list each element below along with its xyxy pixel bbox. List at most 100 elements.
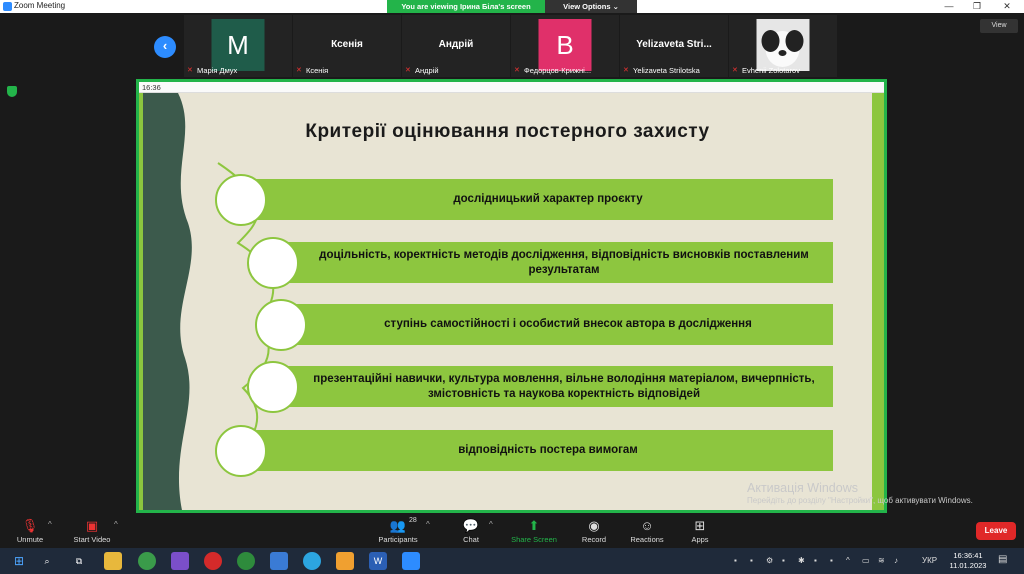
- opera-icon[interactable]: [204, 552, 222, 570]
- slide-wave-decoration: [143, 93, 192, 510]
- tray-settings-icon[interactable]: ⚙: [766, 556, 773, 565]
- minimize-icon[interactable]: —: [934, 0, 964, 13]
- chat-chevron-icon[interactable]: ^: [489, 520, 493, 529]
- apps-icon: ⊞: [694, 518, 706, 533]
- criterion-bullet: [255, 299, 307, 351]
- start-video-button[interactable]: ▣ Start Video: [62, 517, 122, 544]
- tray-chevron-icon[interactable]: ^: [846, 556, 850, 565]
- muted-mic-icon: ✕: [514, 67, 520, 74]
- telegram-icon[interactable]: [303, 552, 321, 570]
- tray-app2-icon[interactable]: ▪: [830, 556, 833, 565]
- avatar: M: [211, 19, 265, 71]
- meeting-controls: 🎙 Unmute ^ ▣ Start Video ^ 👥 28 Particip…: [0, 515, 1024, 548]
- participant-tile[interactable]: B ✕ Федорцов-Крижні...: [511, 15, 619, 77]
- video-off-icon: ▣: [85, 518, 99, 533]
- tray-battery-icon[interactable]: ▭: [862, 556, 870, 565]
- shared-screen-top-bar: 16:36: [139, 82, 884, 93]
- muted-mic-icon: ✕: [405, 67, 411, 74]
- participant-label: ✕ Федорцов-Крижні...: [514, 66, 592, 75]
- windows-taskbar: ⊞ ⌕ ⧉ W ▪ ▪ ⚙ ▪ ✱ ▪ ▪ ^ ▭ ≋ ♪ УКР 16:36:…: [0, 548, 1024, 574]
- record-icon: ◉: [588, 518, 600, 533]
- word-icon[interactable]: W: [369, 552, 387, 570]
- view-button[interactable]: View: [980, 19, 1018, 33]
- file-explorer-icon[interactable]: [104, 552, 122, 570]
- criterion-bar: презентаційні навички, культура мовлення…: [275, 366, 833, 407]
- activation-text: Перейдіть до розділу "Настройки", щоб ак…: [747, 496, 973, 505]
- reactions-button[interactable]: ☺ Reactions: [617, 517, 677, 544]
- security-shield-icon[interactable]: [7, 86, 17, 97]
- participant-tile[interactable]: Yelizaveta Stri... ✕ Yelizaveta Strilotsk…: [620, 15, 728, 77]
- zoom-taskbar-icon[interactable]: [402, 552, 420, 570]
- criterion-bullet: [215, 174, 267, 226]
- window-title: Zoom Meeting: [14, 1, 66, 10]
- video-options-chevron-icon[interactable]: ^: [114, 520, 118, 529]
- participant-label: ✕ Андрій: [405, 66, 439, 75]
- participants-count: 28: [409, 517, 417, 524]
- criterion-bar: відповідність постера вимогам: [243, 430, 833, 471]
- notifications-icon[interactable]: ▤: [998, 554, 1007, 565]
- tray-zoom-icon[interactable]: ▪: [734, 556, 737, 565]
- zoom-window: Zoom Meeting You are viewing Ірина Біла'…: [0, 0, 1024, 574]
- participants-button[interactable]: 👥 28 Participants: [368, 517, 428, 544]
- task-view-icon[interactable]: ⧉: [70, 552, 88, 570]
- clock-date: 11.01.2023: [949, 561, 987, 570]
- input-language[interactable]: УКР: [922, 556, 937, 565]
- tray-bluetooth-icon[interactable]: ✱: [798, 556, 805, 565]
- windows-start-icon[interactable]: ⊞: [10, 552, 28, 570]
- profile-photo-icon: [756, 19, 810, 71]
- criterion-bullet: [247, 237, 299, 289]
- participants-chevron-icon[interactable]: ^: [426, 520, 430, 529]
- shared-screen: 16:36 Критерії оцінювання постерного зах…: [136, 79, 887, 513]
- chrome-alt-icon[interactable]: [237, 552, 255, 570]
- shared-time: 16:36: [142, 83, 161, 92]
- record-button[interactable]: ◉ Record: [564, 517, 624, 544]
- tray-app-icon[interactable]: ▪: [782, 556, 785, 565]
- share-screen-button[interactable]: ⬆ Share Screen: [504, 517, 564, 544]
- tray-photo-icon[interactable]: ▪: [750, 556, 753, 565]
- muted-mic-icon: ✕: [187, 67, 193, 74]
- chrome-icon[interactable]: [138, 552, 156, 570]
- clock-time: 16:36:41: [953, 551, 983, 560]
- participant-tile[interactable]: ✕ Evhenii Zolotarov: [729, 15, 837, 77]
- participant-label: ✕ Марія Дмух: [187, 66, 238, 75]
- viber-icon[interactable]: [171, 552, 189, 570]
- criterion-bar: дослідницький характер проєкту: [243, 179, 833, 220]
- activation-heading: Активація Windows: [747, 481, 858, 495]
- view-options-button[interactable]: View Options ⌄: [545, 0, 637, 13]
- tray-wifi-icon[interactable]: ≋: [878, 556, 885, 565]
- participant-label: ✕ Ксенія: [296, 66, 329, 75]
- audio-options-chevron-icon[interactable]: ^: [48, 520, 52, 529]
- criterion-bar: доцільність, коректність методів дослідж…: [275, 242, 833, 283]
- tray-volume-icon[interactable]: ♪: [894, 556, 898, 565]
- title-bar: Zoom Meeting You are viewing Ірина Біла'…: [0, 0, 1024, 13]
- presentation-slide: Критерії оцінювання постерного захисту д…: [143, 93, 872, 510]
- tray-viber-icon[interactable]: ▪: [814, 556, 817, 565]
- search-icon[interactable]: ⌕: [38, 552, 56, 570]
- app-icon[interactable]: [336, 552, 354, 570]
- participants-icon: 👥: [389, 518, 407, 533]
- restore-icon[interactable]: ❐: [962, 0, 992, 13]
- avatar: B: [538, 19, 592, 71]
- participant-tile[interactable]: Андрій ✕ Андрій: [402, 15, 510, 77]
- criterion-bullet: [215, 425, 267, 477]
- reactions-icon: ☺: [640, 518, 654, 533]
- store-icon[interactable]: [270, 552, 288, 570]
- participant-tile[interactable]: Ксенія ✕ Ксенія: [293, 15, 401, 77]
- muted-mic-icon: ✕: [732, 67, 738, 74]
- close-icon[interactable]: ✕: [992, 0, 1022, 13]
- participant-big-name: Ксенія: [331, 39, 363, 50]
- participant-big-name: Андрій: [438, 39, 474, 50]
- criterion-bar: ступінь самостійності і особистий внесок…: [283, 304, 833, 345]
- participant-big-name: Yelizaveta Stri...: [636, 39, 712, 50]
- viewing-banner: You are viewing Ірина Біла's screen View…: [387, 0, 637, 13]
- system-clock[interactable]: 16:36:41 11.01.2023: [948, 551, 988, 571]
- viewing-banner-text: You are viewing Ірина Біла's screen: [401, 2, 531, 11]
- participant-label: ✕ Yelizaveta Strilotska: [623, 66, 700, 75]
- muted-mic-icon: ✕: [296, 67, 302, 74]
- apps-button[interactable]: ⊞ Apps: [670, 517, 730, 544]
- muted-mic-icon: ✕: [623, 67, 629, 74]
- leave-button[interactable]: Leave: [976, 522, 1016, 540]
- participant-tile[interactable]: M ✕ Марія Дмух: [184, 15, 292, 77]
- previous-page-icon[interactable]: ‹: [154, 36, 176, 58]
- criterion-bullet: [247, 361, 299, 413]
